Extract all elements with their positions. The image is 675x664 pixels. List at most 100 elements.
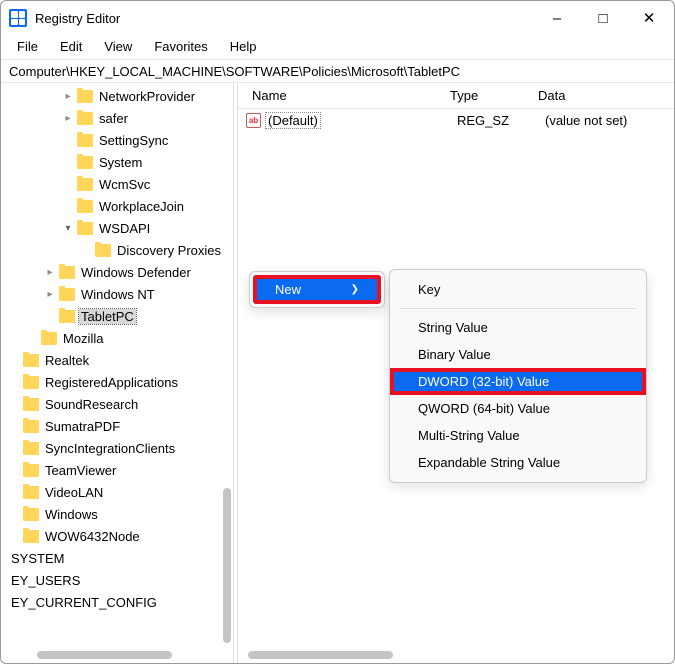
tree-label: WcmSvc xyxy=(97,177,152,192)
folder-icon xyxy=(23,530,39,543)
submenu-item[interactable]: String Value xyxy=(390,314,646,341)
tree-node[interactable]: Realtek xyxy=(1,349,223,371)
tree-node[interactable]: EY_CURRENT_CONFIG xyxy=(1,591,223,613)
scrollbar-horizontal[interactable] xyxy=(248,651,393,659)
tree-label: VideoLAN xyxy=(43,485,105,500)
chevron-right-icon xyxy=(7,353,21,367)
chevron-right-icon xyxy=(7,419,21,433)
col-type[interactable]: Type xyxy=(444,84,532,107)
folder-icon xyxy=(59,288,75,301)
string-value-icon: ab xyxy=(246,113,261,128)
tree-node[interactable]: SYSTEM xyxy=(1,547,223,569)
tree-node[interactable]: ▾ WSDAPI xyxy=(1,217,223,239)
chevron-right-icon xyxy=(61,155,75,169)
scrollbar-horizontal[interactable] xyxy=(37,651,172,659)
tree-node[interactable]: RegisteredApplications xyxy=(1,371,223,393)
tree-node[interactable]: Discovery Proxies xyxy=(1,239,223,261)
tree-label: Realtek xyxy=(43,353,91,368)
chevron-right-icon[interactable]: ▸ xyxy=(61,111,75,125)
chevron-right-icon xyxy=(1,595,7,609)
folder-icon xyxy=(77,90,93,103)
folder-icon xyxy=(23,376,39,389)
menu-help[interactable]: Help xyxy=(220,37,267,57)
submenu-item[interactable]: DWORD (32-bit) Value xyxy=(390,368,646,395)
tree-node[interactable]: TabletPC xyxy=(1,305,223,327)
tree-label: EY_USERS xyxy=(9,573,82,588)
maximize-button[interactable]: □ xyxy=(580,2,626,34)
tree-node[interactable]: System xyxy=(1,151,223,173)
tree-label: safer xyxy=(97,111,130,126)
tree-node[interactable]: ▸ Windows NT xyxy=(1,283,223,305)
tree-node[interactable]: SettingSync xyxy=(1,129,223,151)
folder-icon xyxy=(23,420,39,433)
folder-icon xyxy=(77,178,93,191)
folder-icon xyxy=(77,112,93,125)
address-bar[interactable]: Computer\HKEY_LOCAL_MACHINE\SOFTWARE\Pol… xyxy=(1,59,674,83)
menu-file[interactable]: File xyxy=(7,37,48,57)
chevron-right-icon xyxy=(61,177,75,191)
column-headers: Name Type Data xyxy=(238,83,674,109)
tree-node[interactable]: Windows xyxy=(1,503,223,525)
tree-label: RegisteredApplications xyxy=(43,375,180,390)
submenu-item[interactable]: Multi-String Value xyxy=(390,422,646,449)
folder-icon xyxy=(77,156,93,169)
tree-label: WorkplaceJoin xyxy=(97,199,186,214)
tree-pane[interactable]: ▸NetworkProvider▸saferSettingSyncSystemW… xyxy=(1,83,233,663)
chevron-right-icon xyxy=(1,573,7,587)
tree-label: Windows NT xyxy=(79,287,157,302)
tree-label: SyncIntegrationClients xyxy=(43,441,177,456)
tree-node[interactable]: SoundResearch xyxy=(1,393,223,415)
col-name[interactable]: Name xyxy=(246,84,444,107)
menu-edit[interactable]: Edit xyxy=(50,37,92,57)
folder-icon xyxy=(41,332,57,345)
chevron-right-icon[interactable]: ▸ xyxy=(61,89,75,103)
chevron-right-icon xyxy=(7,441,21,455)
tree-node[interactable]: ▸NetworkProvider xyxy=(1,85,223,107)
folder-icon xyxy=(59,310,75,323)
tree-node[interactable]: EY_USERS xyxy=(1,569,223,591)
tree-node[interactable]: WcmSvc xyxy=(1,173,223,195)
value-row[interactable]: ab (Default) REG_SZ (value not set) xyxy=(238,109,674,131)
close-button[interactable]: ✕ xyxy=(626,2,672,34)
submenu-item[interactable]: Key xyxy=(390,276,646,303)
submenu-item[interactable]: Expandable String Value xyxy=(390,449,646,476)
app-icon xyxy=(9,9,27,27)
tree-node[interactable]: ▸ safer xyxy=(1,107,223,129)
submenu-item[interactable]: Binary Value xyxy=(390,341,646,368)
chevron-right-icon xyxy=(7,529,21,543)
chevron-right-icon[interactable]: ▸ xyxy=(43,287,57,301)
folder-icon xyxy=(23,354,39,367)
col-data[interactable]: Data xyxy=(532,84,571,107)
tree-label: EY_CURRENT_CONFIG xyxy=(9,595,159,610)
minimize-button[interactable]: – xyxy=(534,2,580,34)
folder-icon xyxy=(77,200,93,213)
chevron-right-icon xyxy=(7,463,21,477)
tree-node[interactable]: SumatraPDF xyxy=(1,415,223,437)
tree-node[interactable]: ▸Windows Defender xyxy=(1,261,223,283)
menu-view[interactable]: View xyxy=(94,37,142,57)
submenu-new[interactable]: Key String ValueBinary ValueDWORD (32-bit… xyxy=(389,269,647,483)
tree-node[interactable]: WOW6432Node xyxy=(1,525,223,547)
menu-favorites[interactable]: Favorites xyxy=(144,37,217,57)
context-menu[interactable]: New❯ xyxy=(249,271,385,308)
chevron-right-icon[interactable]: ▸ xyxy=(43,265,57,279)
tree-label: Discovery Proxies xyxy=(115,243,223,258)
folder-icon xyxy=(23,442,39,455)
value-data: (value not set) xyxy=(545,113,627,128)
context-new[interactable]: New❯ xyxy=(253,275,381,304)
tree-label: SoundResearch xyxy=(43,397,140,412)
chevron-right-icon xyxy=(7,397,21,411)
tree-node[interactable]: TeamViewer xyxy=(1,459,223,481)
chevron-down-icon[interactable]: ▾ xyxy=(61,221,75,235)
tree-label: Windows xyxy=(43,507,100,522)
tree-node[interactable]: Mozilla xyxy=(1,327,223,349)
tree-label: WSDAPI xyxy=(97,221,152,236)
menu-bar: File Edit View Favorites Help xyxy=(1,35,674,59)
tree-node[interactable]: VideoLAN xyxy=(1,481,223,503)
value-name: (Default) xyxy=(265,113,457,128)
folder-icon xyxy=(77,222,93,235)
tree-node[interactable]: WorkplaceJoin xyxy=(1,195,223,217)
submenu-item[interactable]: QWORD (64-bit) Value xyxy=(390,395,646,422)
scrollbar-vertical[interactable] xyxy=(223,488,231,643)
tree-node[interactable]: SyncIntegrationClients xyxy=(1,437,223,459)
